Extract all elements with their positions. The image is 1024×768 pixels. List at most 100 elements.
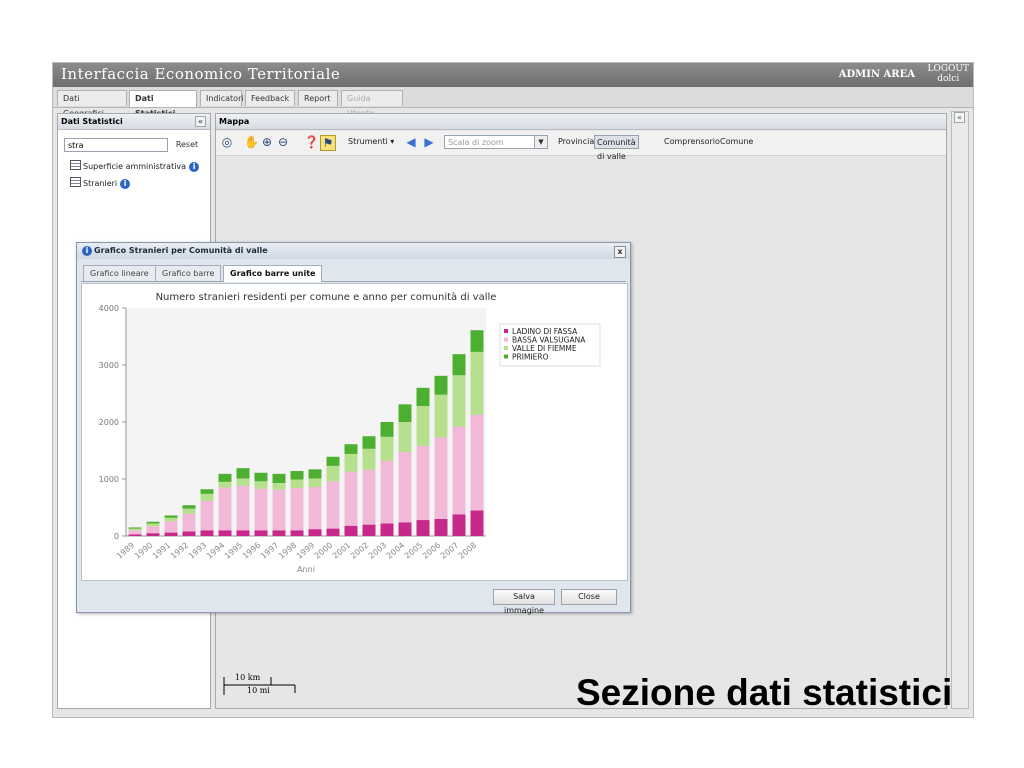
collapse-left-icon[interactable]: « xyxy=(195,116,206,127)
close-button[interactable]: Close xyxy=(561,589,617,605)
info-icon[interactable]: i xyxy=(189,162,200,172)
bar-segment xyxy=(452,514,466,536)
bar-segment xyxy=(326,481,340,529)
tab-guida-utente: Guida Utente xyxy=(341,90,403,118)
select-feature-icon[interactable]: ⚑ xyxy=(320,135,336,151)
bar-segment xyxy=(398,522,412,536)
x-tick-label: 2002 xyxy=(349,541,370,561)
right-collapse-bar[interactable]: « xyxy=(951,111,969,709)
level-comprensorio[interactable]: Comprensorio xyxy=(662,135,722,149)
bar-segment xyxy=(308,486,322,530)
bar-segment xyxy=(128,534,142,536)
user-name: dolci xyxy=(937,74,960,84)
tab-grafico-lineare[interactable]: Grafico lineare xyxy=(83,265,156,281)
bar-segment xyxy=(182,505,196,509)
tab-dati-geografici[interactable]: Dati Geografici xyxy=(57,90,127,118)
map-panel-header: Mappa xyxy=(216,114,946,130)
info-icon[interactable]: i xyxy=(120,179,131,189)
chart-area: Numero stranieri residenti per comune e … xyxy=(81,283,628,581)
chart-popup[interactable]: i Grafico Stranieri per Comunità di valle… xyxy=(76,242,631,615)
level-provincia[interactable]: Provincia xyxy=(556,135,596,149)
back-arrow-icon[interactable]: ◀ xyxy=(404,135,418,149)
bar-segment xyxy=(164,517,178,522)
tab-report[interactable]: Report xyxy=(298,90,338,106)
bar-segment xyxy=(416,406,430,446)
strumenti-label: Strumenti xyxy=(348,137,388,146)
bar-segment xyxy=(236,468,250,479)
admin-area-link[interactable]: ADMIN AREA xyxy=(839,69,915,80)
bar-segment xyxy=(290,488,304,531)
tree-item-stranieri[interactable]: Stranieri i xyxy=(70,177,131,191)
tree-item-superficie[interactable]: Superficie amministrativa i xyxy=(70,160,200,174)
bar-segment xyxy=(146,526,160,534)
bar-segment xyxy=(236,485,250,531)
bar-segment xyxy=(254,472,268,482)
bar-segment xyxy=(380,422,394,437)
x-tick-label: 1992 xyxy=(169,541,190,561)
popup-header[interactable]: i Grafico Stranieri per Comunità di valle… xyxy=(77,243,630,259)
tab-grafico-barre-unite[interactable]: Grafico barre unite xyxy=(223,265,323,282)
level-comune[interactable]: Comune xyxy=(718,135,755,149)
zoom-in-icon[interactable]: ⊕ xyxy=(260,135,274,149)
bar-segment xyxy=(398,404,412,422)
bar-segment xyxy=(236,530,250,536)
info-query-icon[interactable]: ❓ xyxy=(304,135,319,149)
bar-segment xyxy=(164,515,178,518)
bar-segment xyxy=(146,521,160,524)
tab-grafico-barre[interactable]: Grafico barre xyxy=(155,265,222,281)
bar-segment xyxy=(344,453,358,472)
zoom-extent-icon[interactable]: ◎ xyxy=(220,135,234,149)
zoom-scale-select[interactable]: Scala di zoom ▼ xyxy=(444,135,548,149)
strumenti-menu[interactable]: Strumenti ▾ xyxy=(348,137,394,146)
x-tick-label: 1998 xyxy=(277,541,298,561)
y-tick-label: 3000 xyxy=(99,361,119,370)
bar-segment xyxy=(164,521,178,533)
bar-segment xyxy=(236,478,250,486)
x-tick-label: 2004 xyxy=(385,541,406,561)
bar-segment xyxy=(290,530,304,536)
x-tick-label: 2008 xyxy=(457,541,478,561)
bar-segment xyxy=(362,469,376,525)
logout-link[interactable]: LOGOUT dolci xyxy=(927,64,969,84)
tab-indicatori[interactable]: Indicatori xyxy=(200,90,244,106)
bar-segment xyxy=(182,508,196,514)
zoom-scale-placeholder: Scala di zoom xyxy=(448,138,504,147)
x-tick-label: 1989 xyxy=(115,541,136,561)
x-tick-label: 2005 xyxy=(403,541,424,561)
bar-segment xyxy=(218,481,232,488)
bar-segment xyxy=(434,375,448,395)
bar-segment xyxy=(362,448,376,470)
search-input[interactable] xyxy=(64,138,168,152)
bar-segment xyxy=(272,473,286,483)
scale-km-label: 10 km xyxy=(235,673,261,682)
level-comunita-di-valle[interactable]: Comunità di valle xyxy=(594,135,639,161)
pan-hand-icon[interactable]: ✋ xyxy=(244,135,259,149)
tab-feedback[interactable]: Feedback xyxy=(245,90,295,106)
bar-segment xyxy=(326,528,340,536)
scale-bar: 10 km 10 mi xyxy=(223,673,303,697)
bar-segment xyxy=(254,488,268,531)
reset-button[interactable]: Reset xyxy=(170,138,204,152)
tab-dati-statistici[interactable]: Dati Statistici xyxy=(129,90,197,118)
legend-swatch xyxy=(504,337,508,342)
popup-title: Grafico Stranieri per Comunità di valle xyxy=(94,246,268,255)
bar-segment xyxy=(470,351,484,415)
bar-segment xyxy=(290,479,304,489)
layer-icon xyxy=(70,177,81,187)
x-tick-label: 2007 xyxy=(439,541,460,561)
bar-segment xyxy=(200,500,214,531)
zoom-out-icon[interactable]: ⊖ xyxy=(276,135,290,149)
popup-tab-bar: Grafico lineare Grafico barre Grafico ba… xyxy=(81,263,626,282)
legend-label: PRIMIERO xyxy=(512,353,549,362)
chevron-down-icon[interactable]: ▼ xyxy=(534,136,547,148)
save-image-button[interactable]: Salva immagine xyxy=(493,589,555,615)
app-title: Interfaccia Economico Territoriale xyxy=(61,65,341,83)
forward-arrow-icon[interactable]: ▶ xyxy=(422,135,436,149)
x-tick-label: 2001 xyxy=(331,541,352,561)
bar-segment xyxy=(362,436,376,449)
collapse-right-icon[interactable]: « xyxy=(954,112,965,123)
bar-segment xyxy=(254,481,268,489)
close-icon[interactable]: x xyxy=(614,246,626,258)
bar-segment xyxy=(200,530,214,536)
slide-caption: Sezione dati statistici xyxy=(576,672,953,713)
